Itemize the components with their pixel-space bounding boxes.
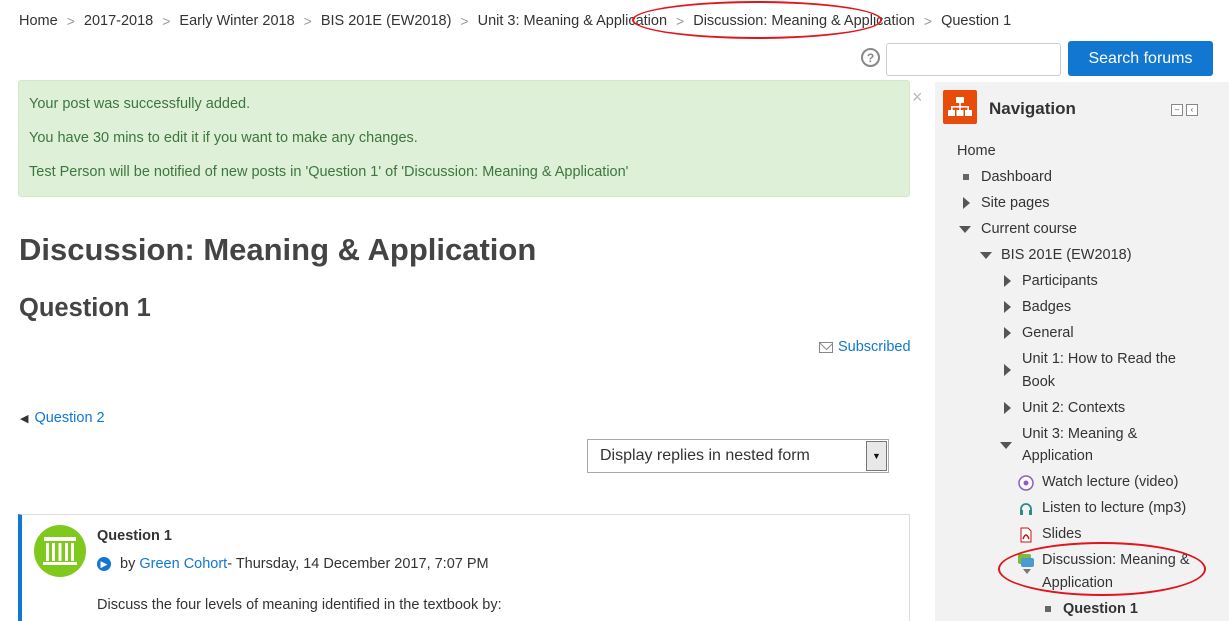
alert-message: Test Person will be notified of new post… xyxy=(29,164,629,180)
nav-item-discussion[interactable]: Discussion: Meaning & xyxy=(1042,549,1190,572)
nav-item-unit1[interactable]: Unit 1: How to Read the xyxy=(1022,348,1176,371)
sitemap-icon xyxy=(943,90,977,124)
breadcrumb: Home > 2017-2018 > Early Winter 2018 > B… xyxy=(19,10,1011,32)
display-mode-select[interactable]: Display replies in nested form ▼ xyxy=(587,439,889,473)
help-icon[interactable]: ? xyxy=(861,48,880,67)
collapse-icon[interactable] xyxy=(959,226,971,233)
display-mode-value: Display replies in nested form xyxy=(600,447,810,464)
expand-icon[interactable] xyxy=(1004,327,1011,339)
success-alert: Your post was successfully added. You ha… xyxy=(18,80,910,197)
collapse-icon[interactable] xyxy=(1000,442,1012,449)
avatar[interactable] xyxy=(34,525,86,577)
bullet-icon xyxy=(963,174,969,180)
nav-item-unit3[interactable]: Unit 3: Meaning & xyxy=(1022,423,1137,446)
breadcrumb-separator: > xyxy=(66,13,75,29)
nav-item-site-pages[interactable]: Site pages xyxy=(981,192,1050,215)
minimize-icon[interactable]: – xyxy=(1171,104,1183,116)
post-author-link[interactable]: Green Cohort xyxy=(139,556,227,572)
subscribed-link[interactable]: Subscribed xyxy=(819,339,911,355)
post-meta: ▶ by Green Cohort - Thursday, 14 Decembe… xyxy=(97,556,489,572)
forum-title: Discussion: Meaning & Application xyxy=(19,232,537,267)
navigation-title: Navigation xyxy=(989,99,1076,118)
breadcrumb-home[interactable]: Home xyxy=(19,13,58,29)
discussion-title: Question 1 xyxy=(19,294,151,322)
post-body: Discuss the four levels of meaning ident… xyxy=(97,597,502,613)
nav-item-dashboard[interactable]: Dashboard xyxy=(981,166,1052,189)
breadcrumb-separator: > xyxy=(923,13,933,29)
breadcrumb-discussion: Question 1 xyxy=(941,13,1012,29)
alert-message: You have 30 mins to edit it if you want … xyxy=(29,130,418,146)
nav-item-unit2[interactable]: Unit 2: Contexts xyxy=(1022,397,1125,420)
navigation-block: Navigation – ‹ Home Dashboard Site pages… xyxy=(935,82,1229,621)
breadcrumb-separator: > xyxy=(303,13,312,29)
post-date: - Thursday, 14 December 2017, 7:07 PM xyxy=(227,556,489,572)
expand-icon[interactable] xyxy=(1004,364,1011,376)
nav-item-unit3[interactable]: Application xyxy=(1022,445,1093,468)
nav-item-course[interactable]: BIS 201E (EW2018) xyxy=(1001,244,1132,267)
breadcrumb-year[interactable]: 2017-2018 xyxy=(84,13,153,29)
nav-item-listen-lecture[interactable]: Listen to lecture (mp3) xyxy=(1042,497,1186,520)
forum-post: Question 1 ▶ by Green Cohort - Thursday,… xyxy=(18,514,910,621)
expand-icon[interactable] xyxy=(1004,301,1011,313)
breadcrumb-separator: > xyxy=(162,13,171,29)
mail-icon xyxy=(819,341,833,353)
expand-icon[interactable] xyxy=(963,197,970,209)
breadcrumb-unit[interactable]: Unit 3: Meaning & Application xyxy=(478,13,667,29)
bullet-icon xyxy=(1045,606,1051,612)
nav-item-badges[interactable]: Badges xyxy=(1022,296,1071,319)
breadcrumb-forum[interactable]: Discussion: Meaning & Application xyxy=(693,13,915,29)
breadcrumb-course[interactable]: BIS 201E (EW2018) xyxy=(321,13,452,29)
alert-message: Your post was successfully added. xyxy=(29,96,251,112)
post-by-label: by xyxy=(120,556,136,572)
headphones-icon xyxy=(1018,501,1034,517)
nav-item-unit1[interactable]: Book xyxy=(1022,371,1055,394)
chevron-down-icon[interactable]: ▼ xyxy=(866,441,887,471)
nav-item-participants[interactable]: Participants xyxy=(1022,270,1098,293)
nav-item-current-course[interactable]: Current course xyxy=(981,218,1077,241)
nav-item-home[interactable]: Home xyxy=(957,140,996,163)
subscribed-label: Subscribed xyxy=(838,339,911,355)
search-forums-button[interactable]: Search forums xyxy=(1068,41,1213,76)
nav-item-question1[interactable]: Question 1 xyxy=(1063,598,1138,621)
search-input[interactable] xyxy=(886,43,1061,76)
nav-item-discussion[interactable]: Application xyxy=(1042,572,1113,595)
video-icon xyxy=(1018,475,1034,491)
breadcrumb-term[interactable]: Early Winter 2018 xyxy=(179,13,294,29)
arrow-right-icon: ▶ xyxy=(97,557,111,571)
dock-icon[interactable]: ‹ xyxy=(1186,104,1198,116)
breadcrumb-separator: > xyxy=(460,13,469,29)
left-triangle-icon: ◀ xyxy=(20,412,29,425)
pdf-icon xyxy=(1018,527,1034,543)
close-icon[interactable]: × xyxy=(912,88,923,106)
nav-item-slides[interactable]: Slides xyxy=(1042,523,1082,546)
nav-item-general[interactable]: General xyxy=(1022,322,1074,345)
expand-icon[interactable] xyxy=(1004,275,1011,287)
collapse-icon[interactable] xyxy=(980,252,992,259)
breadcrumb-separator: > xyxy=(676,13,685,29)
expand-icon[interactable] xyxy=(1004,402,1011,414)
previous-discussion-label: Question 2 xyxy=(34,410,105,426)
nav-item-watch-lecture[interactable]: Watch lecture (video) xyxy=(1042,471,1178,494)
post-subject: Question 1 xyxy=(97,528,172,544)
previous-discussion-link[interactable]: ◀ Question 2 xyxy=(20,410,105,426)
forum-icon xyxy=(1017,553,1034,574)
